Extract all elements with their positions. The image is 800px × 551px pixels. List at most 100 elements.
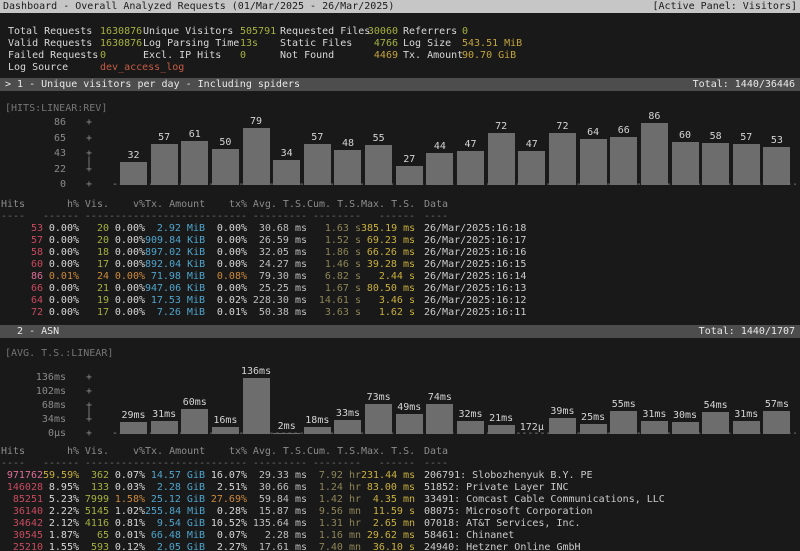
- cell-h-percent: 2.22%: [43, 506, 79, 518]
- cell-tx-amount: 7.26 MiB: [145, 307, 205, 319]
- bar-value-label: 72: [556, 121, 568, 133]
- tick-label: 136ms: [36, 372, 66, 384]
- cell-data: 26/Mar/2025:16:16: [424, 247, 800, 259]
- table-row[interactable]: 252101.55%5930.12%2.05 GiB2.27%17.61 ms7…: [1, 542, 800, 551]
- cell-max-ts: 36.10 s: [361, 542, 415, 551]
- cell-avg-ts: 29.33 ms: [247, 470, 307, 482]
- panel-header-asn[interactable]: 2 - ASN Total: 1440/1707: [0, 325, 800, 338]
- cell-max-ts: 231.44 ms: [361, 470, 415, 482]
- chart-bar: [518, 151, 545, 185]
- column-header-v-percent: v%: [109, 446, 145, 458]
- chart-bar: [580, 139, 607, 185]
- chart-bar: [549, 133, 576, 185]
- cell-v-percent: 0.00%: [109, 307, 145, 319]
- bar-value-label: 57: [158, 132, 170, 144]
- cell-hits: 25210: [1, 542, 43, 551]
- cell-tx-amount: 71.98 MiB: [145, 271, 205, 283]
- cell-vis: 17: [79, 259, 109, 271]
- cell-cum-ts: 1.31 hr: [307, 518, 361, 530]
- chart-bar: [120, 422, 147, 434]
- cell-v-percent: 0.00%: [109, 259, 145, 271]
- cell-tx-amount: 66.48 MiB: [145, 530, 205, 542]
- cell-h-percent: 0.00%: [43, 307, 79, 319]
- tick-mark: +: [86, 372, 92, 384]
- cell-tx-amount: 947.06 KiB: [145, 283, 205, 295]
- table-row[interactable]: 852515.23%79991.58%25.12 GiB27.69%59.84 …: [1, 494, 800, 506]
- cell-h-percent: 8.95%: [43, 482, 79, 494]
- cell-avg-ts: 30.66 ms: [247, 482, 307, 494]
- chart-bar: [457, 421, 484, 434]
- table-row[interactable]: 570.00%200.00%909.84 KiB0.00%26.59 ms1.5…: [1, 235, 800, 247]
- chart-bar: [610, 411, 637, 434]
- table-row[interactable]: 860.01%240.00%71.98 MiB0.08%79.30 ms6.82…: [1, 271, 800, 283]
- column-header-tx-amount: Tx. Amount: [145, 446, 205, 458]
- y-axis-tick: 102ms+: [0, 386, 96, 398]
- cell-v-percent: 1.02%: [109, 506, 145, 518]
- bar-value-label: 64: [587, 127, 599, 139]
- table-row[interactable]: 720.00%170.00%7.26 MiB0.01%50.38 ms3.63 …: [1, 307, 800, 319]
- table-row[interactable]: 530.00%200.00%2.92 MiB0.00%30.68 ms1.63 …: [1, 223, 800, 235]
- cell-hits: 971762: [1, 470, 43, 482]
- cell-max-ts: 2.65 mn: [361, 518, 415, 530]
- bar-value-label: 55ms: [612, 399, 636, 411]
- cell-v-percent: 0.00%: [109, 223, 145, 235]
- separator: ---------: [247, 458, 307, 470]
- separator: ------: [43, 458, 79, 470]
- table-row[interactable]: 1460288.95%1330.03%2.28 GiB2.51%30.66 ms…: [1, 482, 800, 494]
- cell-data: 26/Mar/2025:16:15: [424, 259, 800, 271]
- summary-value: 543.51 MiB: [462, 38, 522, 50]
- table-asn: Hitsh%Vis.v%Tx. Amounttx%Avg. T.S.Cum. T…: [0, 446, 800, 551]
- separator: ------: [109, 211, 145, 223]
- cell-vis: 5145: [79, 506, 109, 518]
- cell-tx-percent: 0.00%: [205, 223, 247, 235]
- cell-v-percent: 0.00%: [109, 271, 145, 283]
- cell-tx-amount: 897.02 KiB: [145, 247, 205, 259]
- cell-h-percent: 0.00%: [43, 247, 79, 259]
- table-row[interactable]: 640.00%190.00%17.53 MiB0.02%228.30 ms14.…: [1, 295, 800, 307]
- cell-avg-ts: 25.25 ms: [247, 283, 307, 295]
- cell-tx-percent: 16.07%: [205, 470, 247, 482]
- bar-value-label: 50: [219, 137, 231, 149]
- table-row[interactable]: 600.00%170.00%892.04 KiB0.00%24.27 ms1.4…: [1, 259, 800, 271]
- chart-bar: [365, 404, 392, 434]
- table-row[interactable]: 346422.12%41160.81%9.54 GiB10.52%135.64 …: [1, 518, 800, 530]
- summary-value: 4469: [336, 50, 398, 62]
- table-row[interactable]: 361402.22%51451.02%255.84 MiB0.28%15.87 …: [1, 506, 800, 518]
- cell-h-percent: 0.01%: [43, 271, 79, 283]
- bar-value-label: 25ms: [581, 412, 605, 424]
- y-axis-tick: 136ms +: [0, 372, 96, 384]
- cell-tx-percent: 0.00%: [205, 283, 247, 295]
- bar-value-label: 32ms: [458, 409, 482, 421]
- summary-value: 13s: [240, 38, 258, 50]
- cell-tx-percent: 0.00%: [205, 235, 247, 247]
- chart-bar: [334, 420, 361, 434]
- column-header-vis: Vis.: [79, 199, 109, 211]
- bar-value-label: 57: [311, 132, 323, 144]
- table-row[interactable]: 97176259.59%3620.07%14.57 GiB16.07%29.33…: [1, 470, 800, 482]
- cell-max-ts: 39.28 ms: [361, 259, 415, 271]
- cell-tx-amount: 892.04 KiB: [145, 259, 205, 271]
- table-separator-row: ----------------------------------------…: [1, 211, 800, 223]
- cell-vis: 20: [79, 235, 109, 247]
- summary-value: 505791: [240, 26, 276, 38]
- table-row[interactable]: 660.00%210.00%947.06 KiB0.00%25.25 ms1.6…: [1, 283, 800, 295]
- cell-v-percent: 0.00%: [109, 283, 145, 295]
- cell-cum-ts: 6.82 s: [307, 271, 361, 283]
- cell-max-ts: 66.26 ms: [361, 247, 415, 259]
- table-row[interactable]: 580.00%180.00%897.02 KiB0.00%32.05 ms1.8…: [1, 247, 800, 259]
- chart-mode-label: [HITS:LINEAR:REV]: [5, 103, 107, 115]
- cell-avg-ts: 32.05 ms: [247, 247, 307, 259]
- chart-bar: [641, 421, 668, 434]
- bar-value-label: 18ms: [305, 415, 329, 427]
- table-unique-visitors: Hitsh%Vis.v%Tx. Amounttx%Avg. T.S.Cum. T…: [0, 199, 800, 320]
- cell-v-percent: 0.07%: [109, 470, 145, 482]
- table-row[interactable]: 305451.87%650.01%66.48 MiB0.07%2.28 ms1.…: [1, 530, 800, 542]
- cell-hits: 53: [1, 223, 43, 235]
- bar-value-label: 16ms: [213, 415, 237, 427]
- panel-header-unique-visitors[interactable]: > 1 - Unique visitors per day - Includin…: [0, 78, 800, 91]
- y-axis-tick: 0μs+: [0, 428, 96, 440]
- separator: --------: [307, 458, 361, 470]
- column-header-h-percent: h%: [43, 446, 79, 458]
- cell-tx-percent: 2.27%: [205, 542, 247, 551]
- cell-tx-amount: 9.54 GiB: [145, 518, 205, 530]
